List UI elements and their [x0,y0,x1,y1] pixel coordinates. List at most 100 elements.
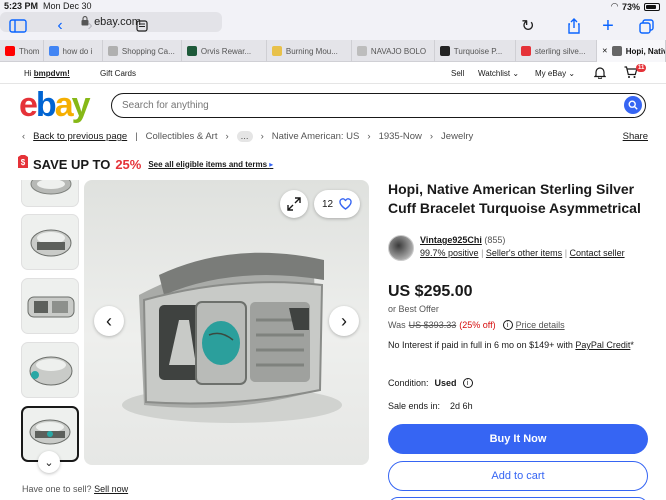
buy-it-now-button[interactable]: Buy It Now [388,424,648,454]
discount-percent: (25% off) [459,320,496,330]
gift-cards-link[interactable]: Gift Cards [100,69,136,78]
seller-avatar[interactable] [388,235,414,261]
chevron-right-icon: › [260,131,264,142]
tab-6[interactable]: NAVAJO BOLO [352,40,435,62]
tab-favicon-icon [107,46,118,56]
chevron-right-icon: › [429,131,434,142]
tab-label: how do i [62,46,93,56]
promo-prefix: SAVE UP TO [33,156,111,172]
sell-link[interactable]: Sell [451,69,464,78]
share-link[interactable]: Share [623,131,648,142]
main-product-image[interactable]: 12 ‹ › [84,180,369,465]
search-icon [628,100,638,110]
ebay-logo[interactable]: ebay [19,88,91,122]
previous-image-button[interactable]: ‹ [94,306,124,336]
seller-feedback-count: (855) [484,235,506,245]
tab-favicon-icon [356,46,367,56]
promo-percent: 25% [115,156,142,172]
chevron-left-icon: ‹ [106,311,112,331]
expand-image-button[interactable] [280,190,308,218]
my-ebay-link[interactable]: My eBay ⌄ [535,69,575,78]
tab-7[interactable]: Turquoise P... [435,40,516,62]
tab-5[interactable]: Burning Mou... [267,40,352,62]
heart-icon [339,198,352,210]
promo-link-text: See all eligible items and terms [148,159,268,169]
triangle-right-icon: ▸ [269,159,274,169]
status-time: 5:23 PM [4,1,39,11]
reload-icon[interactable]: ↻ [518,16,538,36]
greeting[interactable]: Hi bmpdvm! [24,69,70,78]
tab-label: Turquoise P... [453,46,503,56]
tab-label: Orvis Rewar... [200,46,252,56]
tab-favicon-icon [611,46,622,56]
financing-suffix: * [630,340,634,350]
price-details-link[interactable]: Price details [516,320,565,330]
info-icon[interactable]: i [502,320,513,330]
sell-prompt: Have one to sell? Sell now [22,484,128,494]
thumbnail-4[interactable] [21,342,79,398]
tab-3[interactable]: Shopping Ca... [103,40,182,62]
username: bmpdvm! [33,69,70,78]
my-ebay-label: My eBay [535,69,567,78]
chevron-down-icon: ⌄ [512,69,520,78]
tab-label: Burning Mou... [285,46,338,56]
sale-ends-label: Sale ends in: [388,401,441,411]
tab-9[interactable]: ✕ Hopi, Native... [596,40,666,62]
promo-link[interactable]: See all eligible items and terms ▸ [148,160,273,169]
thumbnail-1[interactable] [21,180,79,207]
sell-prompt-text: Have one to sell? [22,484,92,494]
back-to-previous-link[interactable]: Back to previous page [33,131,127,142]
positive-feedback-link[interactable]: 99.7% positive [420,248,479,258]
tab-label: Thom [19,46,40,56]
paypal-credit-link[interactable]: PayPal Credit [575,340,630,350]
thumbnail-3[interactable] [21,278,79,334]
contact-seller-link[interactable]: Contact seller [570,248,625,258]
best-offer-text: or Best Offer [388,304,439,314]
forward-icon[interactable]: › [80,16,100,36]
breadcrumb-item-jewelry[interactable]: Jewelry [441,131,473,142]
close-tab-icon[interactable]: ✕ [602,47,608,55]
tab-label: NAVAJO BOLO [370,46,427,56]
watch-count: 12 [321,198,334,210]
bell-icon[interactable] [593,66,607,81]
tab-4[interactable]: Orvis Rewar... [182,40,267,62]
tab-bar: Thom how do i Shopping Ca... Orvis Rewar...… [0,40,666,62]
chevron-right-icon: › [341,311,347,331]
watchlist-link[interactable]: Watchlist ⌄ [478,69,519,78]
svg-text:$: $ [21,158,26,167]
address-bar[interactable]: ebay.com [0,12,222,32]
share-icon[interactable] [564,16,584,36]
new-tab-icon[interactable]: + [598,15,618,37]
financing-row: No Interest if paid in full in 6 mo on $… [388,340,634,350]
search-bar [111,93,646,118]
breadcrumb-item-1935-now[interactable]: 1935-Now [379,131,422,142]
tab-label: Shopping Ca... [121,46,175,56]
breadcrumb-item-native-american[interactable]: Native American: US [272,131,360,142]
search-input[interactable] [122,100,602,111]
thumbnail-2[interactable] [21,214,79,270]
tab-8[interactable]: sterling silve... [516,40,597,62]
listing-title: Hopi, Native American Sterling Silver Cu… [388,181,641,216]
reader-icon[interactable] [132,16,152,36]
tab-2[interactable]: how do i [44,40,103,62]
back-icon[interactable]: ‹ [50,16,70,36]
watch-button[interactable]: 12 [314,190,360,218]
next-image-button[interactable]: › [329,306,359,336]
tab-favicon-icon [520,46,531,56]
search-button[interactable] [624,96,642,114]
sell-now-link[interactable]: Sell now [94,484,128,494]
info-icon[interactable]: i [462,378,473,388]
chevron-down-icon: ⌄ [44,456,54,469]
add-to-cart-button[interactable]: Add to cart [388,461,648,491]
seller-name[interactable]: Vintage925Chi [420,235,482,245]
tabs-overview-icon[interactable] [636,16,656,36]
breadcrumb-more-button[interactable]: ... [236,131,253,142]
sellers-other-items-link[interactable]: Seller's other items [486,248,562,258]
thumbnails-scroll-down-button[interactable]: ⌄ [38,451,60,473]
browser-toolbar: ‹ › ebay.com ↻ + [0,12,666,40]
sidebar-icon[interactable] [8,16,28,36]
breadcrumb-item-collectibles[interactable]: Collectibles & Art [146,131,218,142]
status-bar: 5:23 PM Mon Dec 30 ◠ 73% [0,0,666,12]
wifi-icon: ◠ [611,1,618,11]
tab-1[interactable]: Thom [0,40,44,62]
